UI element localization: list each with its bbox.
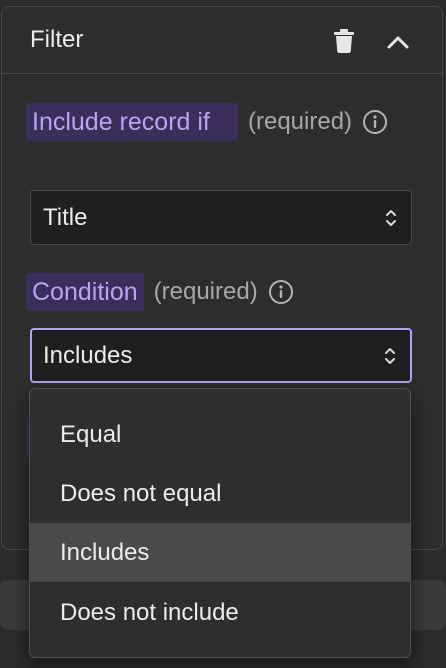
delete-filter-button[interactable] xyxy=(330,27,358,55)
panel-title: Filter xyxy=(30,26,84,53)
select-arrows-icon xyxy=(386,209,396,226)
include-record-select[interactable]: Title xyxy=(30,190,412,245)
dropdown-option-does-not-include[interactable]: Does not include xyxy=(30,583,410,642)
condition-select[interactable]: Includes xyxy=(30,328,412,383)
app-root: Filter Include record if (required) Titl… xyxy=(0,0,446,668)
info-icon[interactable] xyxy=(268,279,294,305)
include-record-label-row: Include record if (required) xyxy=(26,103,388,141)
dropdown-option-equal[interactable]: Equal xyxy=(30,405,410,464)
dropdown-option-does-not-equal[interactable]: Does not equal xyxy=(30,464,410,523)
info-icon[interactable] xyxy=(362,109,388,135)
include-record-value: Title xyxy=(43,203,88,231)
filter-panel-header[interactable]: Filter xyxy=(2,7,442,74)
condition-dropdown-menu: Equal Does not equal Includes Does not i… xyxy=(29,388,411,658)
trash-icon xyxy=(334,29,354,53)
condition-label: Condition xyxy=(26,273,144,311)
dropdown-option-includes[interactable]: Includes xyxy=(30,523,410,582)
select-arrows-icon xyxy=(385,347,395,364)
condition-value: Includes xyxy=(43,341,133,369)
chevron-up-icon xyxy=(387,36,409,49)
required-text: (required) xyxy=(248,108,353,135)
condition-label-row: Condition (required) xyxy=(26,273,294,311)
required-text: (required) xyxy=(153,278,258,305)
collapse-button[interactable] xyxy=(383,27,413,57)
include-record-label: Include record if xyxy=(26,103,238,141)
